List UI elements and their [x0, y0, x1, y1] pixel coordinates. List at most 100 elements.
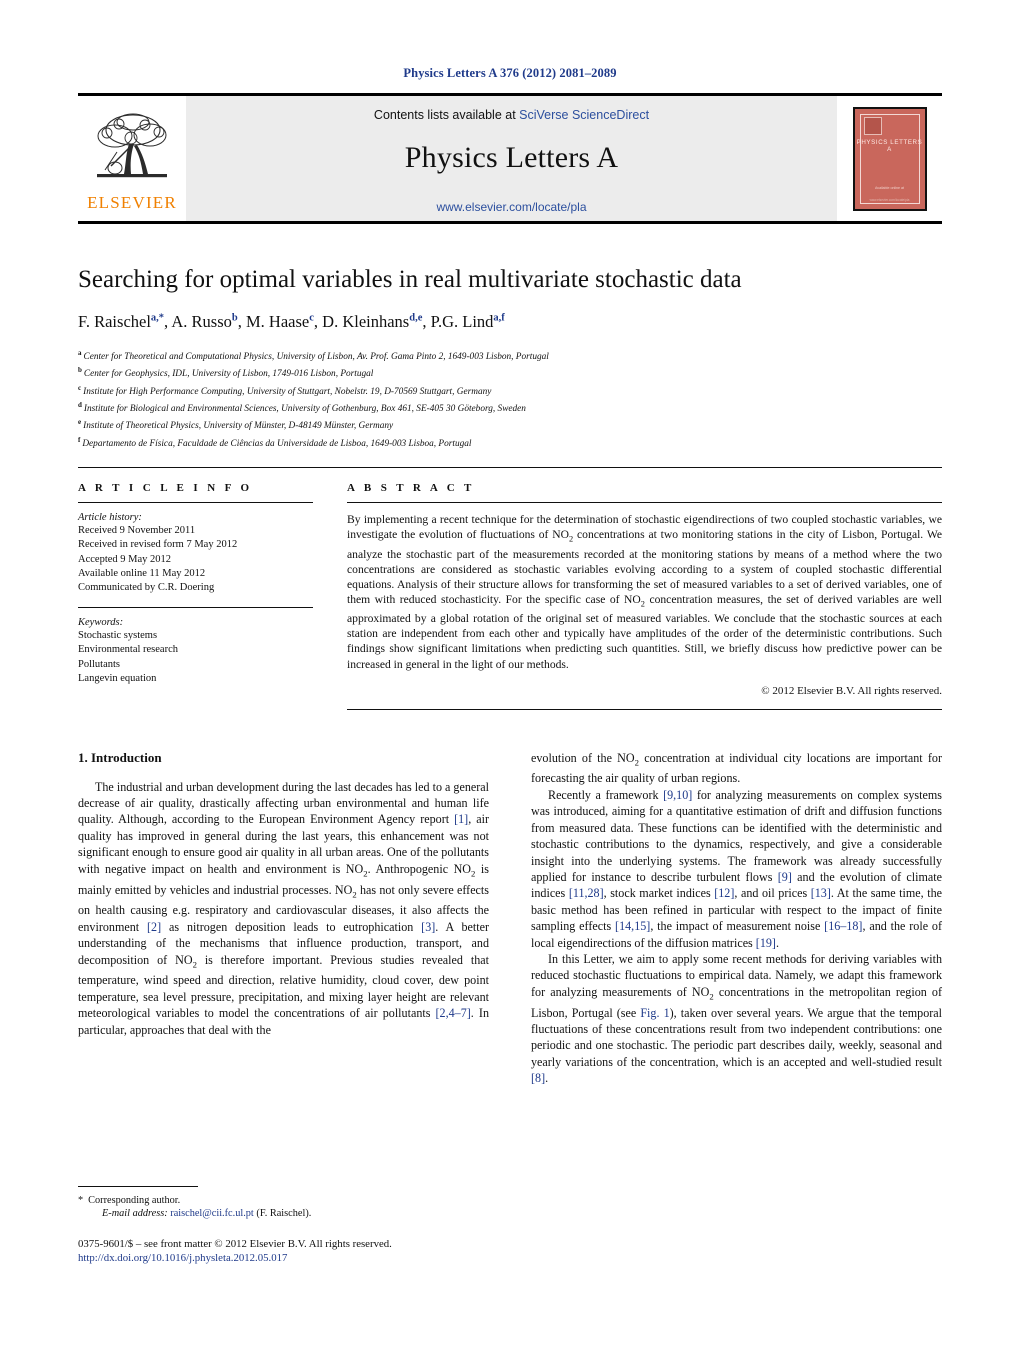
affiliation-list: a Center for Theoretical and Computationa…: [78, 347, 942, 451]
cover-footer-url: www.elsevier.com/locate/pla: [869, 197, 910, 202]
citation-link[interactable]: [11,28]: [569, 886, 604, 900]
author-name: A. Russo: [171, 311, 232, 331]
abstract-text: By implementing a recent technique for t…: [347, 513, 942, 671]
citation-link[interactable]: [16–18]: [824, 919, 862, 933]
chemical-subscript: 2: [352, 888, 357, 899]
abstract-copyright: © 2012 Elsevier B.V. All rights reserved…: [761, 684, 942, 697]
contents-prefix: Contents lists available at: [373, 108, 520, 122]
author-affiliation-marker: b: [231, 312, 238, 324]
abstract-rule: [347, 502, 942, 504]
keyword-item: Environmental research: [78, 644, 178, 656]
footnote-block: * Corresponding author. E-mail address: r…: [78, 1186, 498, 1264]
elsevier-logo: ELSEVIER: [78, 96, 186, 221]
keywords-rule: [78, 607, 313, 609]
keyword-item: Langevin equation: [78, 672, 157, 684]
citation-link[interactable]: [9]: [778, 870, 792, 884]
article-history-item: Received in revised form 7 May 2012: [78, 539, 238, 551]
citation-link[interactable]: [2]: [147, 920, 161, 934]
corresponding-author-note: * Corresponding author.: [78, 1194, 498, 1208]
author-name: P.G. Lind: [430, 311, 494, 331]
citation-link[interactable]: [13]: [811, 886, 831, 900]
citation-link[interactable]: [8]: [531, 1071, 545, 1085]
citation-link[interactable]: [2,4–7]: [436, 1006, 471, 1020]
affiliation-item: f Departamento de Física, Faculdade de Ci…: [78, 435, 472, 449]
journal-running-head: Physics Letters A 376 (2012) 2081–2089: [403, 66, 617, 80]
citation-link[interactable]: [3]: [421, 920, 435, 934]
abstract-column: A B S T R A C T By implementing a recent…: [347, 482, 942, 710]
issn-block: 0375-9601/$ – see front matter © 2012 El…: [78, 1238, 498, 1264]
author-affiliation-marker: a,*: [150, 312, 165, 324]
citation-link[interactable]: [14,15]: [615, 919, 650, 933]
cover-title-text: PHYSICS LETTERS A: [856, 138, 923, 153]
affiliation-item: a Center for Theoretical and Computationa…: [78, 348, 549, 362]
email-owner: (F. Raischel).: [256, 1208, 312, 1219]
body-paragraph: evolution of the NO2 concentration at in…: [531, 750, 942, 786]
author-name: M. Haase: [246, 311, 310, 331]
affiliation-item: e Institute of Theoretical Physics, Unive…: [78, 418, 394, 432]
article-info-column: A R T I C L E I N F O Article history: R…: [78, 482, 313, 710]
doi-link[interactable]: http://dx.doi.org/10.1016/j.physleta.201…: [78, 1252, 498, 1264]
title-block: Searching for optimal variables in real …: [78, 266, 942, 451]
citation-link[interactable]: Fig. 1: [640, 1006, 669, 1020]
email-label: E-mail address:: [102, 1208, 168, 1219]
sciencedirect-link[interactable]: SciVerse ScienceDirect: [519, 108, 649, 122]
article-history-item: Communicated by C.R. Doering: [78, 581, 215, 593]
issn-line: 0375-9601/$ – see front matter © 2012 El…: [78, 1238, 392, 1250]
chemical-subscript: 2: [569, 534, 574, 544]
affiliation-item: d Institute for Biological and Environmen…: [78, 400, 526, 415]
corresponding-author-text: Corresponding author.: [88, 1195, 181, 1206]
journal-masthead: ELSEVIER Contents lists available at Sci…: [78, 93, 942, 224]
affiliation-marker: d: [78, 400, 82, 409]
abstract-bottom-divider: [347, 708, 942, 710]
cover-badge-icon: [863, 116, 882, 135]
journal-cover-thumbnail: PHYSICS LETTERS A Available online at ww…: [837, 96, 942, 221]
left-column-paragraphs: The industrial and urban development dur…: [78, 779, 489, 1038]
author-affiliation-marker: a,f: [493, 312, 505, 324]
paper-page: Physics Letters A 376 (2012) 2081–2089 E…: [0, 0, 1020, 1351]
author-affiliation-marker: c: [309, 312, 314, 324]
keyword-item: Stochastic systems: [78, 630, 158, 642]
author-name: F. Raischel: [78, 311, 151, 331]
affiliation-marker: c: [78, 383, 82, 392]
footnote-divider: [78, 1186, 198, 1187]
body-columns: 1. Introduction The industrial and urban…: [78, 750, 942, 1087]
journal-url-link[interactable]: www.elsevier.com/locate/pla: [436, 200, 586, 214]
affiliation-item: b Center for Geophysics, IDL, University …: [78, 366, 374, 380]
info-abstract-row: A R T I C L E I N F O Article history: R…: [78, 482, 942, 710]
chemical-subscript: 2: [192, 958, 197, 969]
body-right-column: evolution of the NO2 concentration at in…: [531, 750, 942, 1087]
cover-image: PHYSICS LETTERS A Available online at ww…: [852, 106, 927, 211]
article-history-item: Accepted 9 May 2012: [78, 553, 172, 565]
title-divider: [78, 467, 942, 469]
article-info-heading: A R T I C L E I N F O: [78, 482, 253, 495]
paper-title: Searching for optimal variables in real …: [78, 266, 742, 293]
chemical-subscript: 2: [363, 868, 368, 879]
email-link[interactable]: raischel@cii.fc.ul.pt: [170, 1208, 254, 1219]
body-paragraph: The industrial and urban development dur…: [78, 779, 489, 1037]
email-note: E-mail address: raischel@cii.fc.ul.pt (F…: [78, 1208, 498, 1219]
chemical-subscript: 2: [471, 868, 476, 879]
chemical-subscript: 2: [640, 599, 645, 609]
affiliation-marker: b: [78, 366, 82, 375]
citation-link[interactable]: [1]: [454, 812, 468, 826]
contents-lists-line: Contents lists available at SciVerse Sci…: [374, 108, 649, 122]
body-left-column: 1. Introduction The industrial and urban…: [78, 750, 489, 1087]
section-title-introduction: 1. Introduction: [78, 749, 162, 765]
citation-link[interactable]: [12]: [714, 886, 734, 900]
citation-link[interactable]: [19]: [756, 936, 776, 950]
affiliation-item: c Institute for High Performance Computin…: [78, 383, 492, 397]
affiliation-marker: f: [78, 435, 81, 444]
chemical-subscript: 2: [634, 757, 639, 768]
masthead-center: Contents lists available at SciVerse Sci…: [186, 96, 837, 221]
elsevier-tree-icon: [97, 113, 167, 178]
corresponding-author-marker: *: [78, 1195, 84, 1206]
body-paragraph: In this Letter, we aim to apply some rec…: [531, 951, 943, 1086]
article-history-label: Article history:: [78, 512, 142, 524]
body-paragraph: Recently a framework [9,10] for analyzin…: [531, 787, 943, 950]
keywords-list: Stochastic systems Environmental research…: [78, 629, 313, 686]
keyword-item: Pollutants: [78, 658, 121, 670]
article-history-item: Available online 11 May 2012: [78, 567, 206, 579]
keywords-label: Keywords:: [78, 617, 124, 629]
article-history-item: Received 9 November 2011: [78, 525, 196, 537]
citation-link[interactable]: [9,10]: [663, 788, 692, 802]
